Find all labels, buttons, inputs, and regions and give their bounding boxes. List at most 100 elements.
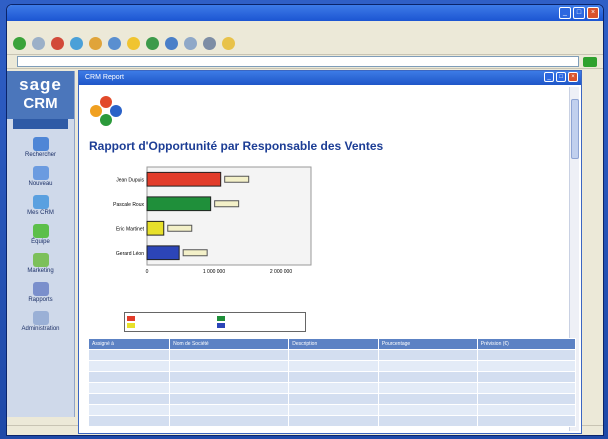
report-minimize-button[interactable]: _ bbox=[544, 72, 554, 82]
column-header-1[interactable]: Nom de Société bbox=[169, 338, 290, 350]
sidebar-item-0[interactable]: Rechercher bbox=[7, 137, 74, 158]
chart-legend bbox=[124, 312, 306, 332]
sidebar-item-3[interactable]: Équipe bbox=[7, 224, 74, 245]
category-label-1: Pascale Roux bbox=[113, 202, 144, 208]
x-tick-label-1: 1 000 000 bbox=[203, 269, 225, 275]
table-cell[interactable] bbox=[87, 360, 171, 372]
minimize-button[interactable]: _ bbox=[559, 7, 571, 19]
x-tick-label-0: 0 bbox=[146, 269, 149, 275]
forward-arrow-icon bbox=[32, 37, 45, 50]
scroll-thumb[interactable] bbox=[571, 99, 579, 159]
sidebar-item-6[interactable]: Administration bbox=[7, 311, 74, 332]
sidebar-item-label: Nouveau bbox=[28, 181, 53, 187]
report-window-title: CRM Report bbox=[85, 74, 124, 81]
table-row bbox=[87, 371, 577, 383]
bar-1 bbox=[146, 196, 212, 212]
table-cell bbox=[169, 393, 290, 405]
sidebar-item-label: Équipe bbox=[31, 239, 50, 245]
bar-chart: Jean Dupuis Pascale Roux Eric Martinet Gera… bbox=[113, 166, 312, 275]
stop-button[interactable] bbox=[51, 37, 64, 50]
sidebar-item-label: Mes CRM bbox=[27, 210, 54, 216]
table-row bbox=[87, 349, 577, 361]
table-cell[interactable] bbox=[87, 404, 171, 416]
table-cell bbox=[288, 371, 379, 383]
table-cell bbox=[377, 393, 478, 405]
column-header-4[interactable]: Prévision (€) bbox=[476, 338, 577, 350]
table-cell bbox=[476, 371, 577, 383]
table-cell bbox=[169, 371, 290, 383]
history-button[interactable] bbox=[165, 37, 178, 50]
user-bar[interactable] bbox=[13, 119, 68, 129]
go-button[interactable] bbox=[583, 56, 597, 67]
column-header-3[interactable]: Pourcentage bbox=[377, 338, 478, 350]
data-label-1 bbox=[214, 200, 240, 208]
legend-entry-2 bbox=[127, 323, 213, 330]
table-cell bbox=[288, 382, 379, 394]
favorites-button[interactable] bbox=[127, 37, 140, 50]
sage-sidebar: sage CRM Rechercher Nouveau Mes CRM Équipe M… bbox=[7, 71, 75, 417]
report-close-button[interactable]: × bbox=[568, 72, 578, 82]
print-button[interactable] bbox=[203, 37, 216, 50]
data-label-0 bbox=[224, 175, 250, 183]
report-body: Rapport d'Opportunité par Responsable de… bbox=[79, 85, 581, 307]
table-row bbox=[87, 415, 577, 427]
table-cell[interactable] bbox=[87, 415, 171, 427]
table-cell bbox=[377, 349, 478, 361]
x-tick-label-2: 2 000 000 bbox=[270, 269, 292, 275]
table-cell[interactable] bbox=[87, 393, 171, 405]
marketing-icon bbox=[32, 253, 49, 267]
table-cell[interactable] bbox=[87, 349, 171, 361]
table-cell[interactable] bbox=[87, 382, 171, 394]
legend-swatch bbox=[127, 315, 135, 321]
category-label-3: Gerard Léon bbox=[116, 251, 144, 257]
report-titlebar: CRM Report _ □ × bbox=[79, 71, 581, 85]
table-cell bbox=[288, 404, 379, 416]
legend-swatch bbox=[127, 323, 135, 329]
table-cell bbox=[377, 404, 478, 416]
table-header-row: Assigné à Nom de Société Description Pource… bbox=[87, 338, 577, 350]
team-icon bbox=[32, 224, 49, 238]
table-cell bbox=[288, 349, 379, 361]
sidebar-item-4[interactable]: Marketing bbox=[7, 253, 74, 274]
report-heading: Rapport d'Opportunité par Responsable de… bbox=[89, 139, 384, 153]
stop-icon bbox=[51, 37, 64, 50]
sidebar-item-label: Rapports bbox=[28, 297, 53, 303]
table-cell bbox=[169, 382, 290, 394]
table-cell bbox=[377, 415, 478, 427]
mail-button[interactable] bbox=[184, 37, 197, 50]
home-icon bbox=[89, 37, 102, 50]
sage-crm-logo: sage CRM bbox=[7, 71, 74, 119]
bar-3 bbox=[146, 245, 180, 261]
column-header-2[interactable]: Description bbox=[288, 338, 379, 350]
report-maximize-button[interactable]: □ bbox=[556, 72, 566, 82]
menu-bar bbox=[7, 21, 603, 33]
history-icon bbox=[165, 37, 178, 50]
sidebar-item-1[interactable]: Nouveau bbox=[7, 166, 74, 187]
media-icon bbox=[146, 37, 159, 50]
category-label-2: Eric Martinet bbox=[116, 226, 145, 232]
table-cell bbox=[377, 382, 478, 394]
home-button[interactable] bbox=[89, 37, 102, 50]
column-header-0[interactable]: Assigné à bbox=[87, 338, 171, 350]
table-cell bbox=[288, 393, 379, 405]
legend-swatch bbox=[217, 323, 225, 329]
sidebar-item-2[interactable]: Mes CRM bbox=[7, 195, 74, 216]
search-button[interactable] bbox=[108, 37, 121, 50]
address-input[interactable] bbox=[17, 56, 579, 67]
new-document-icon bbox=[32, 166, 49, 180]
table-cell[interactable] bbox=[87, 371, 171, 383]
close-button[interactable]: × bbox=[587, 7, 599, 19]
folder-button[interactable] bbox=[222, 37, 235, 50]
category-label-0: Jean Dupuis bbox=[116, 177, 144, 183]
mail-icon bbox=[184, 37, 197, 50]
legend-entry-0 bbox=[127, 315, 213, 322]
media-button[interactable] bbox=[146, 37, 159, 50]
sidebar-item-5[interactable]: Rapports bbox=[7, 282, 74, 303]
forward-button[interactable] bbox=[32, 37, 45, 50]
magnifier-icon bbox=[32, 137, 49, 151]
back-button[interactable] bbox=[13, 37, 26, 50]
maximize-button[interactable]: □ bbox=[573, 7, 585, 19]
data-label-2 bbox=[167, 224, 193, 232]
refresh-button[interactable] bbox=[70, 37, 83, 50]
table-cell bbox=[169, 360, 290, 372]
